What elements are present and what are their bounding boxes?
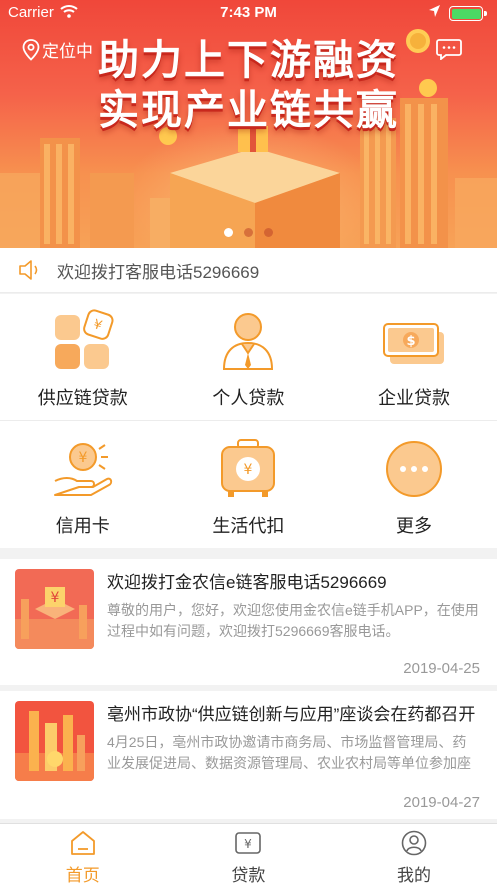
promo-banner[interactable]: Carrier 7:43 PM 定位中 助力上下游融资 实现产业链共赢 xyxy=(0,0,497,248)
service-label: 更多 xyxy=(395,516,432,536)
carousel-dot[interactable] xyxy=(264,228,273,237)
personal-loan-icon xyxy=(223,313,274,370)
carousel-indicator xyxy=(0,228,497,237)
notice-text: 欢迎拨打客服电话5296669 xyxy=(57,262,260,282)
business-loan-icon: $ xyxy=(382,323,444,364)
service-more[interactable]: 更多 xyxy=(331,422,497,549)
service-label: 信用卡 xyxy=(55,516,110,536)
news-item[interactable]: ¥ 欢迎拨打金农信e链客服电话5296669 尊敬的用户，您好，欢迎您使用金农信… xyxy=(0,559,497,685)
notice-bar[interactable]: 欢迎拨打客服电话5296669 xyxy=(0,248,497,293)
news-thumbnail: ¥ xyxy=(15,569,94,649)
speaker-icon xyxy=(19,260,38,280)
home-icon xyxy=(70,831,95,855)
svg-text:¥: ¥ xyxy=(51,590,60,606)
service-credit-card[interactable]: ¥ 信用卡 xyxy=(0,422,166,549)
app-screen: Carrier 7:43 PM 定位中 助力上下游融资 实现产业链共赢 欢迎拨打… xyxy=(0,0,497,883)
news-thumbnail xyxy=(15,701,94,781)
profile-icon xyxy=(401,830,427,856)
bill-payment-icon: ¥ xyxy=(221,439,276,497)
service-supply-chain-loan[interactable]: ¥ 供应链贷款 xyxy=(0,294,166,421)
svg-text:¥: ¥ xyxy=(245,837,253,851)
tab-label: 我的 xyxy=(396,866,431,883)
news-date: 2019-04-25 xyxy=(403,660,480,677)
carousel-dot[interactable] xyxy=(244,228,253,237)
location-arrow-icon xyxy=(429,5,440,17)
tab-home[interactable]: 首页 xyxy=(0,824,166,883)
service-bill-payment[interactable]: ¥ 生活代扣 xyxy=(166,422,332,549)
service-grid: ¥ 供应链贷款 个人贷款 $ 企业贷款 ¥ 信用卡 ¥ 生活代扣 更多 xyxy=(0,294,497,548)
tab-label: 贷款 xyxy=(231,866,266,883)
service-label: 个人贷款 xyxy=(212,388,285,408)
news-date: 2019-04-27 xyxy=(403,794,480,811)
service-business-loan[interactable]: $ 企业贷款 xyxy=(331,294,497,421)
news-title: 欢迎拨打金农信e链客服电话5296669 xyxy=(107,573,387,592)
svg-text:$: $ xyxy=(406,334,415,349)
svg-text:¥: ¥ xyxy=(78,450,87,466)
loan-icon: ¥ xyxy=(235,832,262,854)
banner-headline-line2: 实现产业链共赢 xyxy=(98,87,399,133)
service-label: 企业贷款 xyxy=(377,388,450,408)
battery-icon xyxy=(449,6,487,21)
news-item[interactable]: 亳州市政协“供应链创新与应用”座谈会在药都召开 4月25日，亳州市政协邀请市商务… xyxy=(0,691,497,819)
tab-profile[interactable]: 我的 xyxy=(331,824,497,883)
more-icon xyxy=(385,441,442,497)
service-personal-loan[interactable]: 个人贷款 xyxy=(166,294,332,421)
svg-text:¥: ¥ xyxy=(244,462,253,478)
news-summary: 尊敬的用户，您好，欢迎您使用金农信e链手机APP，在使用过程中如有问题，欢迎拨打… xyxy=(107,602,479,639)
tab-bar: 首页 ¥ 贷款 我的 xyxy=(0,823,497,883)
credit-card-icon: ¥ xyxy=(53,443,112,496)
tab-loan[interactable]: ¥ 贷款 xyxy=(166,824,332,883)
carousel-dot[interactable] xyxy=(224,228,233,237)
tab-label: 首页 xyxy=(65,866,100,883)
news-title: 亳州市政协“供应链创新与应用”座谈会在药都召开 xyxy=(107,705,476,724)
supply-chain-loan-icon: ¥ xyxy=(54,309,114,369)
clock: 7:43 PM xyxy=(220,4,277,21)
status-bar: Carrier 7:43 PM xyxy=(0,0,497,26)
service-label: 供应链贷款 xyxy=(37,388,128,408)
news-summary: 4月25日，亳州市政协邀请市商务局、市场监督管理局、药业发展促进局、数据资源管理… xyxy=(107,734,471,771)
service-label: 生活代扣 xyxy=(212,516,285,536)
